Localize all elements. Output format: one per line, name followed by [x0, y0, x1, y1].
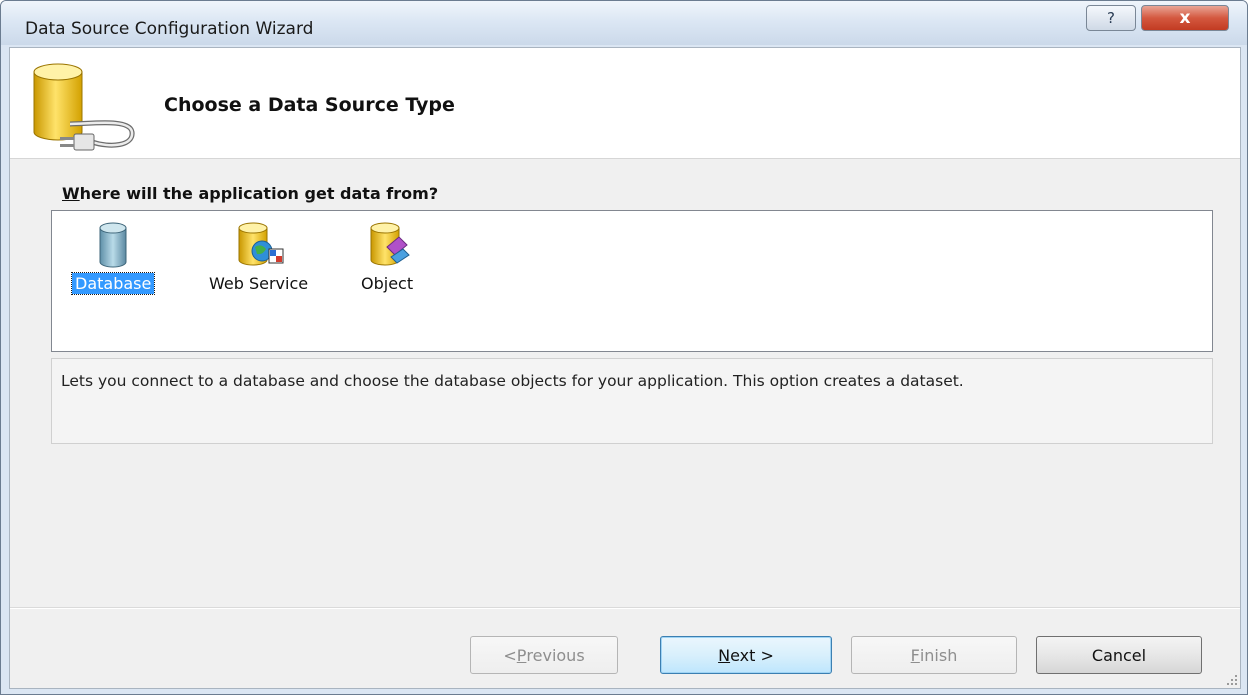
list-item-label: Database	[70, 272, 156, 295]
previous-label: revious	[526, 645, 585, 665]
next-button[interactable]: Next >	[660, 636, 832, 674]
finish-accel: F	[910, 645, 920, 665]
resize-grip-icon[interactable]	[1226, 674, 1238, 686]
wizard-header: Choose a Data Source Type	[10, 48, 1240, 159]
prompt-accel: W	[62, 184, 80, 203]
source-type-prompt: Where will the application get data from…	[62, 184, 438, 203]
next-label: ext >	[730, 645, 774, 665]
list-item-label: Web Service	[209, 274, 309, 293]
web-service-icon	[238, 222, 284, 266]
description-text: Lets you connect to a database and choos…	[61, 372, 964, 390]
help-icon: ?	[1107, 9, 1115, 27]
prompt-text: here will the application get data from?	[79, 184, 439, 203]
window-title: Data Source Configuration Wizard	[25, 19, 314, 39]
data-source-plug-icon	[33, 63, 135, 151]
list-item-label: Object	[361, 274, 414, 293]
previous-button[interactable]: < Previous	[470, 636, 618, 674]
database-icon	[99, 222, 127, 268]
cancel-button[interactable]: Cancel	[1036, 636, 1202, 674]
data-source-type-list[interactable]: Database Web Service Object	[51, 210, 1213, 352]
previous-prefix: <	[503, 645, 517, 665]
finish-button[interactable]: Finish	[851, 636, 1017, 674]
title-bar[interactable]: Data Source Configuration Wizard ? x	[1, 1, 1247, 45]
finish-label: inish	[919, 645, 958, 665]
list-item-web-service[interactable]: Web Service	[206, 221, 311, 294]
list-item-database[interactable]: Database	[70, 221, 156, 295]
wizard-body: Choose a Data Source Type Where will the…	[9, 47, 1241, 689]
footer-divider	[10, 607, 1240, 609]
wizard-window: Data Source Configuration Wizard ? x Cho…	[0, 0, 1248, 695]
object-icon	[370, 222, 410, 266]
page-title: Choose a Data Source Type	[164, 94, 455, 116]
description-panel: Lets you connect to a database and choos…	[51, 358, 1213, 444]
close-icon: x	[1179, 8, 1191, 28]
next-accel: N	[718, 645, 731, 665]
previous-accel: P	[516, 645, 527, 665]
list-item-object[interactable]: Object	[358, 221, 416, 294]
help-button[interactable]: ?	[1086, 5, 1136, 31]
cancel-label: Cancel	[1091, 645, 1147, 665]
close-button[interactable]: x	[1141, 5, 1229, 31]
